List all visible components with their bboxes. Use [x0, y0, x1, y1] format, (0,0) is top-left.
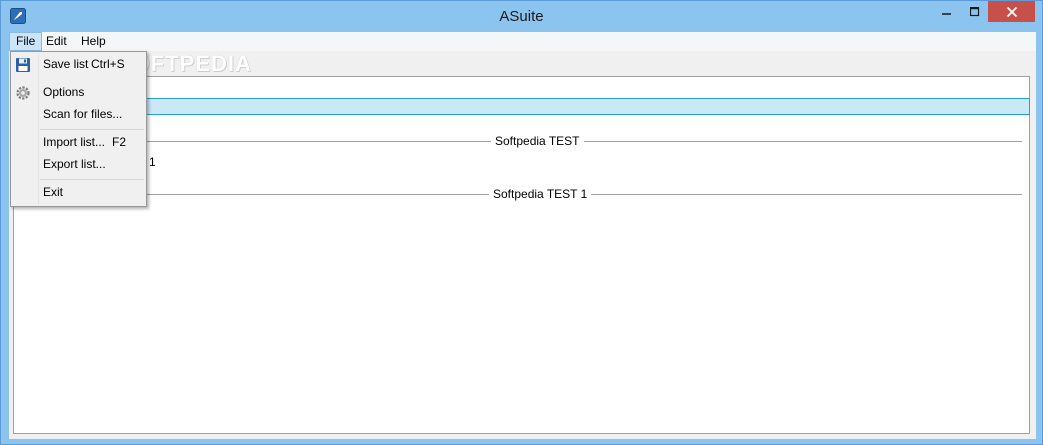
menu-item-label: Import list...: [43, 135, 106, 149]
client-area: Softpedia TEST 1 Softpedia TEST 1: [9, 73, 1036, 439]
menu-item-label: Scan for files...: [43, 107, 123, 121]
menu-item-label: Export list...: [43, 157, 106, 171]
window-title: ASuite: [499, 8, 544, 25]
close-icon: [1006, 6, 1017, 17]
file-menu-dropdown: Save list Ctrl+S Options Scan for files.…: [10, 51, 147, 207]
menu-help[interactable]: Help: [75, 32, 112, 51]
menu-separator: [40, 129, 144, 130]
menu-item-options[interactable]: Options: [11, 82, 146, 104]
tree-separator[interactable]: Softpedia TEST 1: [17, 187, 1022, 202]
menu-item-scan-for-files[interactable]: Scan for files...: [11, 104, 146, 126]
menu-item-exit[interactable]: Exit: [11, 182, 146, 204]
menu-item-label: Save list: [43, 57, 89, 71]
gear-icon: [15, 85, 31, 101]
menu-item-export-list[interactable]: Export list...: [11, 154, 146, 176]
minimize-button[interactable]: [933, 1, 961, 22]
separator-label: Softpedia TEST: [491, 134, 584, 149]
item-tree[interactable]: Softpedia TEST 1 Softpedia TEST 1: [13, 76, 1030, 434]
toolbar-area: SOFTPEDIA: [9, 51, 1036, 76]
menu-separator: [40, 179, 144, 180]
separator-label: Softpedia TEST 1: [489, 187, 592, 202]
menu-bar: File Edit Help: [9, 32, 1036, 51]
tree-item-label[interactable]: 1: [149, 155, 156, 169]
menu-item-label: Exit: [43, 185, 64, 199]
maximize-icon: [969, 6, 979, 16]
selected-tree-row[interactable]: [17, 98, 1030, 115]
menu-edit[interactable]: Edit: [40, 32, 73, 51]
menu-item-shortcut: Ctrl+S: [91, 57, 125, 71]
maximize-button[interactable]: [961, 1, 988, 22]
title-bar[interactable]: ASuite: [1, 1, 1042, 32]
minimize-icon: [942, 12, 951, 15]
app-window: ASuite File Edit Help SOFTPEDIA Softpedi…: [0, 0, 1043, 445]
menu-item-shortcut: F2: [112, 135, 127, 149]
menu-item-save-list[interactable]: Save list Ctrl+S: [11, 54, 146, 76]
tree-separator[interactable]: Softpedia TEST: [17, 134, 1022, 149]
menu-item-label: Options: [43, 85, 85, 99]
menu-file[interactable]: File: [9, 32, 43, 51]
menu-item-import-list[interactable]: Import list... F2: [11, 132, 146, 154]
close-button[interactable]: [988, 1, 1035, 22]
floppy-disk-icon: [15, 57, 31, 73]
